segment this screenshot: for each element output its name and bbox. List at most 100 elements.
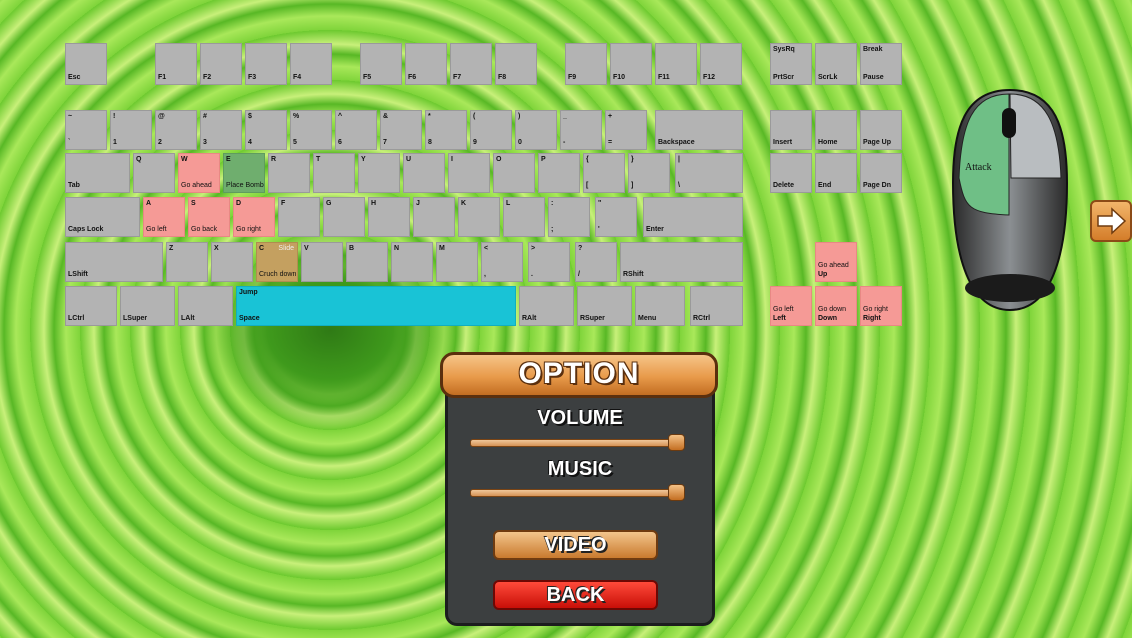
key-g[interactable]: G <box>323 197 365 237</box>
key-prtscr[interactable]: SysRq PrtScr <box>770 43 812 85</box>
key-f7[interactable]: F7 <box>450 43 492 85</box>
key-end-label: End <box>818 182 832 189</box>
key-z[interactable]: Z <box>166 242 208 282</box>
key-x[interactable]: X <box>211 242 253 282</box>
key-semicolon[interactable]: :; <box>548 197 590 237</box>
key-y[interactable]: Y <box>358 153 400 193</box>
key-backtick[interactable]: ~ ` <box>65 110 107 150</box>
key-s[interactable]: S Go back <box>188 197 230 237</box>
key-lctrl[interactable]: LCtrl <box>65 286 117 326</box>
volume-slider[interactable] <box>470 439 682 447</box>
key-q-label: Q <box>136 156 142 163</box>
key-j[interactable]: J <box>413 197 455 237</box>
key-quote[interactable]: " ' <box>595 197 637 237</box>
key-period-label: > <box>531 245 536 252</box>
key-home[interactable]: Home <box>815 110 857 150</box>
key-c[interactable]: C Cruch down Slide <box>256 242 298 282</box>
back-button[interactable]: BACK <box>493 580 658 610</box>
key-rctrl[interactable]: RCtrl <box>690 286 743 326</box>
music-slider-thumb[interactable] <box>668 484 685 501</box>
key-insert[interactable]: Insert <box>770 110 812 150</box>
key-6[interactable]: ^ 6 <box>335 110 377 150</box>
key-pause[interactable]: Break Pause <box>860 43 902 85</box>
key-left[interactable]: Left Go left <box>770 286 812 326</box>
key-ralt[interactable]: RAlt <box>519 286 574 326</box>
key-n[interactable]: N <box>391 242 433 282</box>
key-f2[interactable]: F2 <box>200 43 242 85</box>
key-r[interactable]: R <box>268 153 310 193</box>
key-8[interactable]: * 8 <box>425 110 467 150</box>
key-equal[interactable]: + = <box>605 110 647 150</box>
key-5[interactable]: % 5 <box>290 110 332 150</box>
key-0[interactable]: ) 0 <box>515 110 557 150</box>
key-rsuper[interactable]: RSuper <box>577 286 632 326</box>
volume-slider-thumb[interactable] <box>668 434 685 451</box>
key-minus[interactable]: _ - <box>560 110 602 150</box>
key-scrlk[interactable]: ScrLk <box>815 43 857 85</box>
key-lalt[interactable]: LAlt <box>178 286 233 326</box>
key-insert-label: Insert <box>773 139 793 146</box>
key-esc[interactable]: Esc <box>65 43 107 85</box>
key-b[interactable]: B <box>346 242 388 282</box>
key-o[interactable]: O <box>493 153 535 193</box>
key-comma[interactable]: <, <box>481 242 523 282</box>
key-space[interactable]: Jump Space <box>236 286 516 326</box>
key-f6[interactable]: F6 <box>405 43 447 85</box>
key-t[interactable]: T <box>313 153 355 193</box>
key-4[interactable]: $4 <box>245 110 287 150</box>
key-lshift[interactable]: LShift <box>65 242 163 282</box>
key-pageup[interactable]: Page Up <box>860 110 902 150</box>
key-f5[interactable]: F5 <box>360 43 402 85</box>
key-a[interactable]: A Go left <box>143 197 185 237</box>
key-capslock[interactable]: Caps Lock <box>65 197 140 237</box>
key-h[interactable]: H <box>368 197 410 237</box>
key-f[interactable]: F <box>278 197 320 237</box>
key-up[interactable]: Up Go ahead <box>815 242 857 282</box>
key-lsuper[interactable]: LSuper <box>120 286 175 326</box>
video-button[interactable]: VIDEO <box>493 530 658 560</box>
key-tab[interactable]: Tab <box>65 153 130 193</box>
key-f3[interactable]: F3 <box>245 43 287 85</box>
key-slash-label: ? <box>578 245 583 252</box>
key-lbracket[interactable]: {[ <box>583 153 625 193</box>
key-delete[interactable]: Delete <box>770 153 812 193</box>
key-f11[interactable]: F11 <box>655 43 697 85</box>
key-7[interactable]: & 7 <box>380 110 422 150</box>
key-slash[interactable]: ? / <box>575 242 617 282</box>
key-enter[interactable]: Enter <box>643 197 743 237</box>
key-3[interactable]: #3 <box>200 110 242 150</box>
key-u[interactable]: U <box>403 153 445 193</box>
next-button[interactable] <box>1090 200 1132 242</box>
key-i[interactable]: I <box>448 153 490 193</box>
key-p[interactable]: P <box>538 153 580 193</box>
key-9[interactable]: (9 <box>470 110 512 150</box>
key-pagedn[interactable]: Page Dn <box>860 153 902 193</box>
key-rshift[interactable]: RShift <box>620 242 743 282</box>
key-1[interactable]: ! 1 <box>110 110 152 150</box>
key-end[interactable]: End <box>815 153 857 193</box>
key-right[interactable]: Right Go right <box>860 286 902 326</box>
key-v[interactable]: V <box>301 242 343 282</box>
key-q[interactable]: Q <box>133 153 175 193</box>
key-backspace[interactable]: Backspace <box>655 110 743 150</box>
key-rbracket[interactable]: }] <box>628 153 670 193</box>
key-menu[interactable]: Menu <box>635 286 685 326</box>
music-slider[interactable] <box>470 489 682 497</box>
key-f12[interactable]: F12 <box>700 43 742 85</box>
key-f8[interactable]: F8 <box>495 43 537 85</box>
key-f4[interactable]: F4 <box>290 43 332 85</box>
key-k[interactable]: K <box>458 197 500 237</box>
key-e[interactable]: E Place Bomb <box>223 153 265 193</box>
key-backslash[interactable]: | \ <box>675 153 743 193</box>
key-down[interactable]: Down Go down <box>815 286 857 326</box>
key-2[interactable]: @2 <box>155 110 197 150</box>
key-d-action: Go right <box>236 226 261 233</box>
key-d[interactable]: D Go right <box>233 197 275 237</box>
key-f9[interactable]: F9 <box>565 43 607 85</box>
key-l[interactable]: L <box>503 197 545 237</box>
key-m[interactable]: M <box>436 242 478 282</box>
key-f1[interactable]: F1 <box>155 43 197 85</box>
key-w[interactable]: W Go ahead <box>178 153 220 193</box>
key-f10[interactable]: F10 <box>610 43 652 85</box>
key-period[interactable]: >. <box>528 242 570 282</box>
